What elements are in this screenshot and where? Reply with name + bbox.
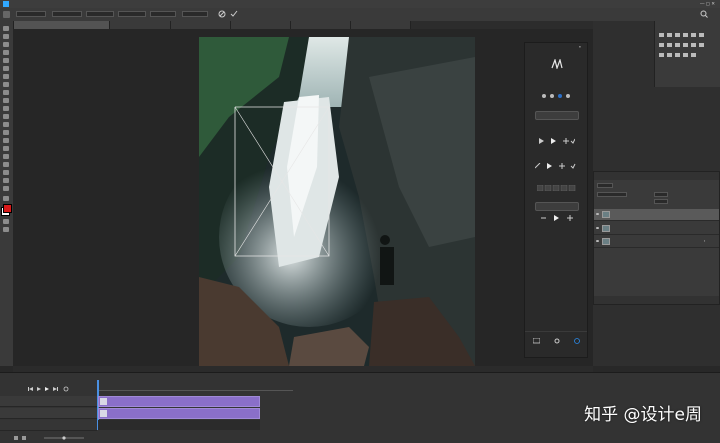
marquee-tool-icon[interactable]	[3, 34, 9, 39]
layers-footer-icons[interactable]	[594, 296, 719, 304]
playback-controls[interactable]	[541, 215, 573, 221]
dodge-tool-icon[interactable]	[3, 138, 9, 143]
cancel-transform-icon[interactable]	[218, 10, 226, 18]
layer-filter-select[interactable]	[597, 183, 613, 188]
angle-field[interactable]	[150, 11, 176, 17]
lasso-tool-icon[interactable]	[3, 42, 9, 47]
layers-panel-tabs	[594, 172, 719, 180]
document-tabs	[13, 21, 653, 29]
tab-doc-5[interactable]	[291, 21, 351, 29]
tab-doc-2[interactable]	[110, 21, 171, 29]
path-select-tool-icon[interactable]	[3, 162, 9, 167]
track-header[interactable]	[0, 420, 97, 431]
quick-select-tool-icon[interactable]	[3, 50, 9, 55]
time-ruler[interactable]	[97, 380, 293, 391]
y-field[interactable]	[52, 11, 82, 17]
brush-tool-icon[interactable]	[3, 90, 9, 95]
section-2-controls[interactable]	[535, 163, 579, 169]
app-icon[interactable]	[3, 1, 9, 8]
search-icon[interactable]	[700, 10, 708, 18]
interp-select[interactable]	[182, 11, 208, 17]
tools-panel	[0, 21, 14, 366]
fill-field[interactable]	[654, 199, 668, 204]
panel-menu-icon[interactable]: ≡	[579, 45, 581, 49]
lock-icon: ▪	[704, 239, 706, 243]
section-1-controls[interactable]	[539, 138, 575, 144]
window-controls[interactable]: — ▢ ✕	[700, 1, 715, 7]
waterfall-photo	[199, 37, 475, 366]
mode-icons[interactable]	[541, 93, 573, 99]
gear-icon[interactable]	[554, 338, 560, 344]
eyedropper-tool-icon[interactable]	[3, 74, 9, 79]
layer-row[interactable]	[594, 209, 719, 221]
watermark-text: 知乎 @设计e周	[584, 405, 702, 425]
timeline-footer-controls[interactable]	[14, 435, 94, 441]
layers-panel: ▪	[593, 171, 720, 305]
tool-preset-icon[interactable]	[3, 11, 10, 18]
height-field[interactable]	[118, 11, 146, 17]
menu-bar: — ▢ ✕	[0, 0, 720, 8]
layer-thumbnail	[602, 225, 610, 232]
video-clip[interactable]	[98, 396, 260, 407]
history-brush-tool-icon[interactable]	[3, 106, 9, 111]
shape-tool-icon[interactable]	[3, 170, 9, 175]
layer-row[interactable]	[594, 223, 719, 235]
tab-doc-4[interactable]	[231, 21, 291, 29]
adjustment-icons[interactable]	[659, 33, 715, 59]
quick-mask-icon[interactable]	[3, 219, 9, 224]
frame-tool-icon[interactable]	[3, 66, 9, 71]
type-tool-icon[interactable]	[3, 154, 9, 159]
commit-transform-icon[interactable]	[230, 10, 238, 18]
document-canvas-image[interactable]	[199, 37, 475, 366]
visibility-eye-icon[interactable]	[596, 213, 599, 215]
blur-tool-icon[interactable]	[3, 130, 9, 135]
stamp-tool-icon[interactable]	[3, 98, 9, 103]
healing-tool-icon[interactable]	[3, 82, 9, 87]
move-tool-icon[interactable]	[3, 26, 9, 31]
opacity-field[interactable]	[654, 192, 668, 197]
tab-doc-3[interactable]	[171, 21, 231, 29]
adjustments-panel	[654, 21, 720, 87]
logo-icon	[551, 59, 563, 69]
eraser-tool-icon[interactable]	[3, 114, 9, 119]
zoom-tool-icon[interactable]	[3, 186, 9, 191]
visibility-eye-icon[interactable]	[596, 227, 599, 229]
section-3-controls[interactable]	[536, 184, 577, 192]
primary-action-button[interactable]	[535, 111, 579, 120]
screen-mode-icon[interactable]	[3, 227, 9, 232]
layer-thumbnail	[602, 238, 610, 245]
transport-controls[interactable]	[28, 386, 88, 392]
tab-active-doc[interactable]	[13, 21, 110, 29]
monitor-icon[interactable]	[533, 338, 540, 344]
tab-doc-6[interactable]	[351, 21, 411, 29]
gradient-tool-icon[interactable]	[3, 122, 9, 127]
more-tools-icon[interactable]	[3, 196, 9, 201]
info-icon[interactable]	[574, 338, 580, 344]
width-field[interactable]	[86, 11, 114, 17]
layer-row[interactable]: ▪	[594, 236, 719, 248]
audio-track-lane[interactable]	[98, 420, 260, 430]
pen-tool-icon[interactable]	[3, 146, 9, 151]
middle-action-button[interactable]	[535, 202, 579, 211]
extension-panel: ≡	[524, 42, 588, 358]
extension-bottom-nav	[525, 331, 587, 358]
hand-tool-icon[interactable]	[3, 178, 9, 183]
options-bar	[0, 8, 720, 22]
blend-mode-select[interactable]	[597, 192, 627, 197]
foreground-color-swatch[interactable]	[3, 204, 12, 213]
track-header[interactable]	[0, 396, 97, 407]
track-header[interactable]	[0, 408, 97, 419]
crop-tool-icon[interactable]	[3, 58, 9, 63]
layer-thumbnail	[602, 211, 610, 218]
x-field[interactable]	[16, 11, 46, 17]
video-clip[interactable]	[98, 408, 260, 419]
visibility-eye-icon[interactable]	[596, 240, 599, 242]
